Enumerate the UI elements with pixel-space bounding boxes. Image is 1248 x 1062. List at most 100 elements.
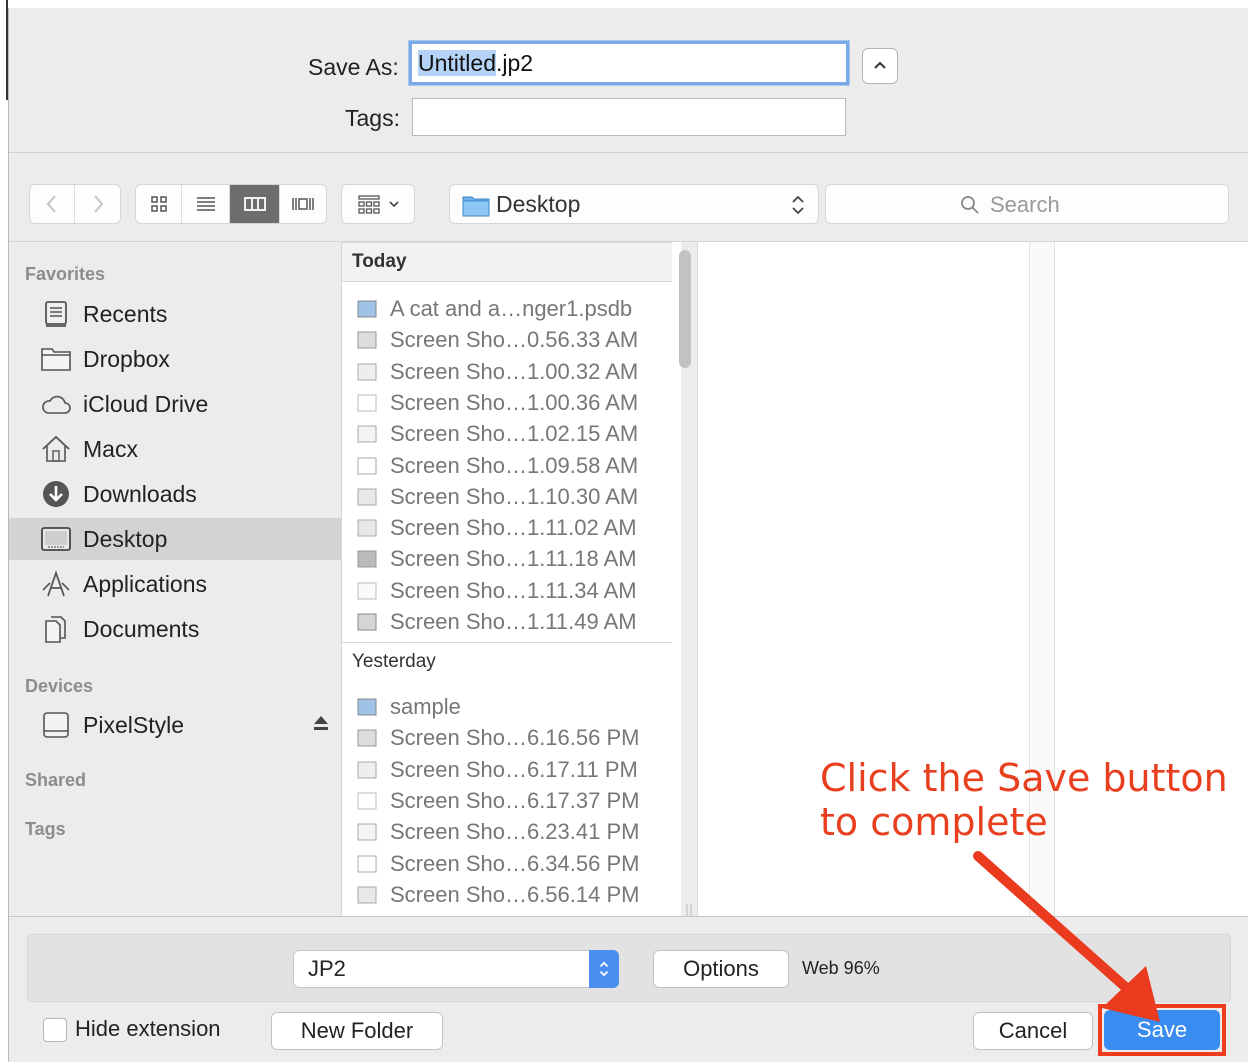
file-name: Screen Sho…6.23.41 PM xyxy=(390,819,640,845)
tags-label: Tags: xyxy=(345,105,400,131)
forward-button[interactable] xyxy=(75,185,120,223)
icon-view-button[interactable] xyxy=(136,185,182,223)
file-row[interactable]: Screen Sho…6.56.14 PM xyxy=(342,880,672,911)
sidebar-item-icloud-drive[interactable]: iCloud Drive xyxy=(9,383,341,425)
file-row[interactable]: Screen Sho…1.02.15 AM xyxy=(342,419,672,450)
hide-extension-checkbox[interactable] xyxy=(43,1018,67,1042)
tags-heading: Tags xyxy=(25,819,66,839)
location-popup[interactable]: Desktop xyxy=(449,184,819,224)
applications-icon xyxy=(39,569,73,599)
list-icon xyxy=(196,197,215,211)
back-button[interactable] xyxy=(30,185,76,223)
folder-icon xyxy=(462,196,490,217)
grid-icon xyxy=(150,196,167,212)
options-button[interactable]: Options xyxy=(653,950,789,988)
chevron-left-icon xyxy=(46,195,56,213)
file-thumbnail-icon xyxy=(357,394,377,412)
annotation-text: Click the Save button to complete xyxy=(820,756,1228,844)
file-row[interactable]: sample xyxy=(342,692,672,723)
save-as-label: Save As: xyxy=(308,54,399,80)
sidebar-item-label: Recents xyxy=(83,300,168,327)
format-select[interactable]: JP2 xyxy=(293,950,619,988)
file-thumbnail-icon xyxy=(357,729,377,747)
eject-icon[interactable] xyxy=(313,714,329,732)
file-row[interactable]: Screen Sho…0.56.33 AM xyxy=(342,325,672,356)
file-row[interactable]: Screen Sho…1.11.02 AM xyxy=(342,513,672,544)
sidebar-item-recents[interactable]: Recents xyxy=(9,293,341,335)
recents-icon xyxy=(39,299,73,329)
section-header-yesterday: Yesterday xyxy=(342,642,672,682)
annotation-line-2: to complete xyxy=(820,800,1048,844)
file-name: Screen Sho…6.56.14 PM xyxy=(390,881,640,907)
sidebar-item-desktop[interactable]: Desktop xyxy=(9,518,341,560)
column-resize-grip-icon[interactable] xyxy=(685,903,693,917)
file-thumbnail-icon xyxy=(357,698,377,716)
file-thumbnail-icon xyxy=(357,550,377,568)
file-row[interactable]: Screen Sho…6.34.56 PM xyxy=(342,849,672,880)
file-thumbnail-icon xyxy=(357,519,377,537)
shared-heading: Shared xyxy=(25,770,87,790)
location-name: Desktop xyxy=(496,191,581,217)
new-folder-button[interactable]: New Folder xyxy=(271,1012,443,1050)
arrange-button[interactable] xyxy=(341,184,415,224)
sidebar-item-applications[interactable]: Applications xyxy=(9,563,341,605)
sidebar-item-pixelstyle[interactable]: PixelStyle xyxy=(9,704,341,746)
file-row[interactable]: Screen Sho…1.00.36 AM xyxy=(342,388,672,419)
file-thumbnail-icon xyxy=(357,331,377,349)
expand-collapse-button[interactable] xyxy=(862,48,898,84)
format-value: JP2 xyxy=(308,956,346,981)
sidebar: Favorites Recents Dropbox iCloud Drive M… xyxy=(9,242,341,916)
search-icon xyxy=(961,196,979,214)
column-view-button[interactable] xyxy=(230,185,280,223)
chevron-up-icon xyxy=(874,61,886,69)
file-row[interactable]: Screen Sho…6.17.11 PM xyxy=(342,755,672,786)
file-row[interactable]: Screen Sho…6.17.37 PM xyxy=(342,786,672,817)
file-thumbnail-icon xyxy=(357,582,377,600)
section-header-today: Today xyxy=(342,242,672,282)
file-row[interactable]: Screen Sho…1.11.34 AM xyxy=(342,576,672,607)
file-row[interactable]: Screen Sho…1.11.18 AM xyxy=(342,544,672,575)
cover-flow-icon xyxy=(292,198,314,210)
sidebar-item-downloads[interactable]: Downloads xyxy=(9,473,341,515)
file-row[interactable]: Screen Sho…1.11.49 AM xyxy=(342,607,672,638)
file-thumbnail-icon xyxy=(357,886,377,904)
arrange-menu[interactable] xyxy=(342,185,414,223)
search-field[interactable]: Search xyxy=(825,184,1229,224)
nav-buttons xyxy=(29,184,121,224)
sidebar-item-documents[interactable]: Documents xyxy=(9,608,341,650)
search-placeholder: Search xyxy=(990,192,1060,217)
arrange-grid-icon xyxy=(358,195,380,214)
file-row[interactable]: Screen Sho…6.16.56 PM xyxy=(342,723,672,754)
cover-flow-button[interactable] xyxy=(280,185,326,223)
file-thumbnail-icon xyxy=(357,613,377,631)
tags-input[interactable] xyxy=(412,98,846,136)
sidebar-item-label: Macx xyxy=(83,435,138,462)
desktop-icon xyxy=(39,524,73,554)
format-select-arrow[interactable] xyxy=(589,950,619,988)
file-name: Screen Sho…6.17.37 PM xyxy=(390,787,640,813)
sidebar-item-label: Applications xyxy=(83,570,208,597)
list-view-button[interactable] xyxy=(182,185,230,223)
file-row[interactable]: Screen Sho…1.09.58 AM xyxy=(342,451,672,482)
file-row[interactable]: Screen Sho…6.23.41 PM xyxy=(342,817,672,848)
file-row[interactable]: Screen Sho…1.10.30 AM xyxy=(342,482,672,513)
file-name: Screen Sho…6.16.56 PM xyxy=(390,725,640,751)
sidebar-item-macx[interactable]: Macx xyxy=(9,428,341,470)
window-edge xyxy=(0,0,8,100)
annotation-line-1: Click the Save button xyxy=(820,756,1228,800)
filename-input[interactable]: Untitled.jp2 xyxy=(409,41,849,85)
file-name: Screen Sho…6.17.11 PM xyxy=(390,756,638,782)
scrollbar-thumb[interactable] xyxy=(679,250,691,368)
file-name: A cat and a…nger1.psdb xyxy=(390,296,633,321)
file-row[interactable]: Screen Sho…1.00.32 AM xyxy=(342,357,672,388)
file-name: Screen Sho…1.00.36 AM xyxy=(390,389,639,415)
file-name: Screen Sho…1.10.30 AM xyxy=(390,483,639,509)
annotation-arrow-icon xyxy=(973,851,1160,1022)
file-name: Screen Sho…1.09.58 AM xyxy=(390,452,639,478)
sidebar-item-dropbox[interactable]: Dropbox xyxy=(9,338,341,380)
file-thumbnail-icon xyxy=(357,363,377,381)
file-row[interactable]: A cat and a…nger1.psdb xyxy=(342,294,672,325)
file-name: Screen Sho…1.11.02 AM xyxy=(390,515,637,541)
file-name: sample xyxy=(390,694,461,719)
sidebar-item-label: Downloads xyxy=(83,480,197,507)
